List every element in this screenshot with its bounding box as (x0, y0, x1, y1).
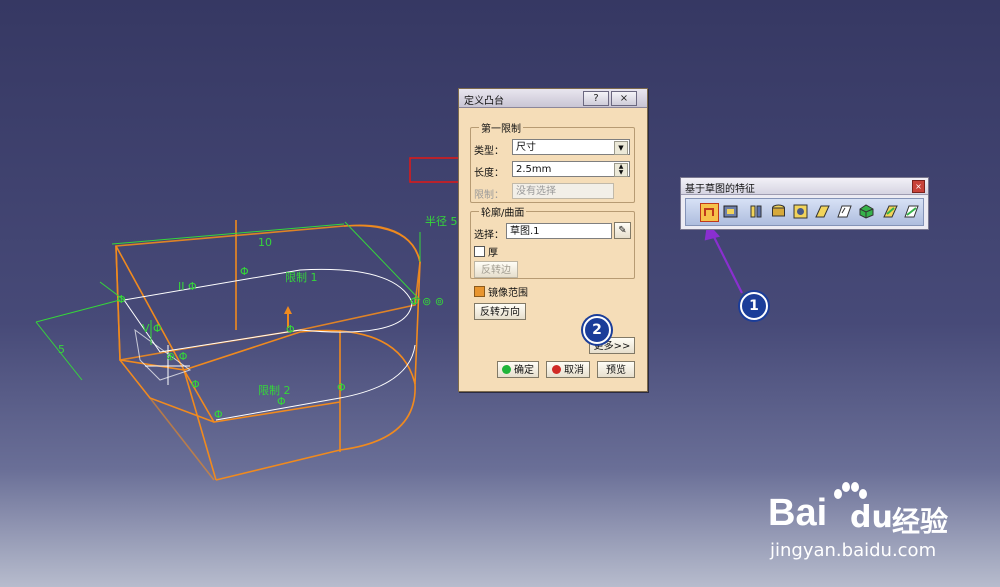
toolbar-icon-row (685, 198, 924, 226)
dialog-title: 定义凸台 (464, 96, 504, 107)
profile-selection-field[interactable]: 草图.1 (506, 223, 612, 239)
rib-icon[interactable] (814, 203, 831, 220)
watermark-brand: Bai (768, 492, 828, 534)
multi-section-solid-icon[interactable] (903, 203, 920, 220)
limit-label: 限制： (474, 190, 504, 201)
ok-icon (502, 365, 511, 374)
constraint-symbol: Φ ⊚ ⊚ (410, 295, 445, 308)
define-pad-dialog: 定义凸台 ? × 第一限制 类型： 尺寸 ▼ 长度： 2.5mm ▲ ▼ 限制： … (458, 88, 648, 392)
callout-badge-1: 1 (740, 292, 768, 320)
help-button[interactable]: ? (583, 91, 609, 106)
reverse-direction-button[interactable]: 反转方向 (474, 303, 526, 320)
constraint-symbol: Φ (214, 408, 223, 421)
constraint-symbol: Φ (191, 378, 200, 391)
constraint-symbol: Φ (277, 395, 286, 408)
baidu-jingyan-watermark: Bai du 经验 jingyan.baidu.com (768, 482, 988, 561)
thick-label: 厚 (488, 248, 498, 259)
constraint-symbol: Φ (286, 323, 295, 336)
spinner-icon[interactable]: ▲ ▼ (614, 163, 628, 177)
close-button[interactable]: × (611, 91, 637, 106)
pad-icon[interactable] (700, 203, 719, 222)
radius-dimension-label: 半径 5 (425, 215, 458, 228)
mirror-extent-checkbox[interactable] (474, 286, 485, 297)
reverse-side-button[interactable]: 反转边 (474, 261, 518, 278)
constraint-symbol: ⊕ Φ (166, 350, 188, 363)
callout-badge-2: 2 (583, 316, 611, 344)
limit-field[interactable]: 没有选择 (512, 183, 614, 199)
constraint-symbol: Φ (240, 265, 249, 278)
selection-label: 选择： (474, 230, 504, 241)
cancel-button[interactable]: 取消 (546, 361, 590, 378)
watermark-jingyan: 经验 (892, 505, 949, 538)
shaft-icon[interactable] (748, 203, 765, 220)
slot-icon[interactable] (836, 203, 853, 220)
length-dimension-label: 10 (258, 236, 272, 249)
type-select[interactable]: 尺寸 ▼ (512, 139, 630, 155)
groove-icon[interactable] (770, 203, 787, 220)
hole-icon[interactable] (792, 203, 809, 220)
toolbar-titlebar[interactable]: 基于草图的特征 × (681, 178, 928, 195)
dialog-titlebar[interactable]: 定义凸台 ? × (459, 89, 647, 108)
sketch-edit-button[interactable]: ✎ (614, 222, 631, 239)
width-dimension-label: 5 (58, 343, 65, 356)
constraint-symbol: Φ (337, 381, 346, 394)
constraint-symbol: Φ (117, 293, 126, 306)
solid-combine-icon[interactable] (858, 203, 875, 220)
sketch-edit-icon: ✎ (618, 225, 627, 236)
limit-1-label: 限制 1 (285, 271, 318, 284)
profile-surface-legend: 轮廓/曲面 (479, 204, 527, 219)
pad-preview-geometry (115, 220, 421, 481)
annotation-arrow-1 (704, 222, 743, 294)
watermark-url: jingyan.baidu.com (770, 540, 937, 561)
ok-button[interactable]: 确定 (497, 361, 539, 378)
length-input[interactable]: 2.5mm ▲ ▼ (512, 161, 630, 177)
cancel-icon (552, 365, 561, 374)
thick-checkbox[interactable] (474, 246, 485, 257)
toolbar-title: 基于草图的特征 (685, 184, 755, 195)
sketch-based-features-toolbar: 基于草图的特征 × (680, 177, 929, 230)
length-label: 长度： (474, 168, 504, 179)
constraint-symbol: V Φ (142, 322, 162, 335)
constraint-symbol: II Φ (178, 280, 197, 293)
preview-button[interactable]: 预览 (597, 361, 635, 378)
chevron-down-icon[interactable]: ▼ (614, 141, 628, 155)
stiffener-icon[interactable] (882, 203, 899, 220)
pocket-icon[interactable] (722, 203, 739, 220)
type-label: 类型： (474, 146, 504, 157)
watermark-du: du (850, 500, 893, 535)
toolbar-close-button[interactable]: × (912, 180, 925, 193)
mirror-extent-label: 镜像范围 (488, 288, 528, 299)
first-limit-legend: 第一限制 (479, 120, 523, 135)
axis-arrow (284, 306, 292, 314)
